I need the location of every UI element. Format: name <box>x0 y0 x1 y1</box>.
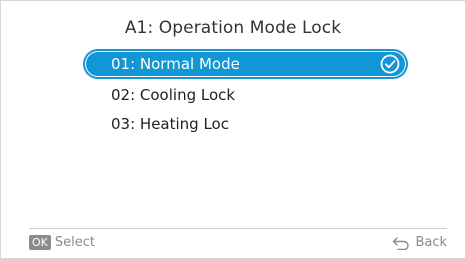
check-circle-icon <box>380 54 400 74</box>
option-label: 02: Cooling Lock <box>111 86 236 104</box>
page-title: A1: Operation Mode Lock <box>124 18 342 38</box>
option-normal-mode[interactable]: 01: Normal Mode <box>85 51 406 77</box>
option-label: 03: Heating Loc <box>111 115 229 133</box>
back-label: Back <box>415 235 447 250</box>
select-label: Select <box>54 235 95 250</box>
footer-divider <box>29 228 447 229</box>
footer-hints: OK Select Back <box>29 235 447 253</box>
select-hint[interactable]: OK Select <box>29 235 95 250</box>
option-list: 01: Normal Mode 02: Cooling Lock 03: Hea… <box>85 49 406 140</box>
option-cooling-lock[interactable]: 02: Cooling Lock <box>85 82 406 108</box>
back-arrow-icon <box>393 236 410 250</box>
option-heating-lock[interactable]: 03: Heating Loc <box>85 111 406 137</box>
ok-key-icon: OK <box>29 235 51 250</box>
lock-settings-screen: A1: Operation Mode Lock 01: Normal Mode … <box>0 0 466 259</box>
back-hint[interactable]: Back <box>392 235 447 250</box>
option-label: 01: Normal Mode <box>111 55 240 73</box>
